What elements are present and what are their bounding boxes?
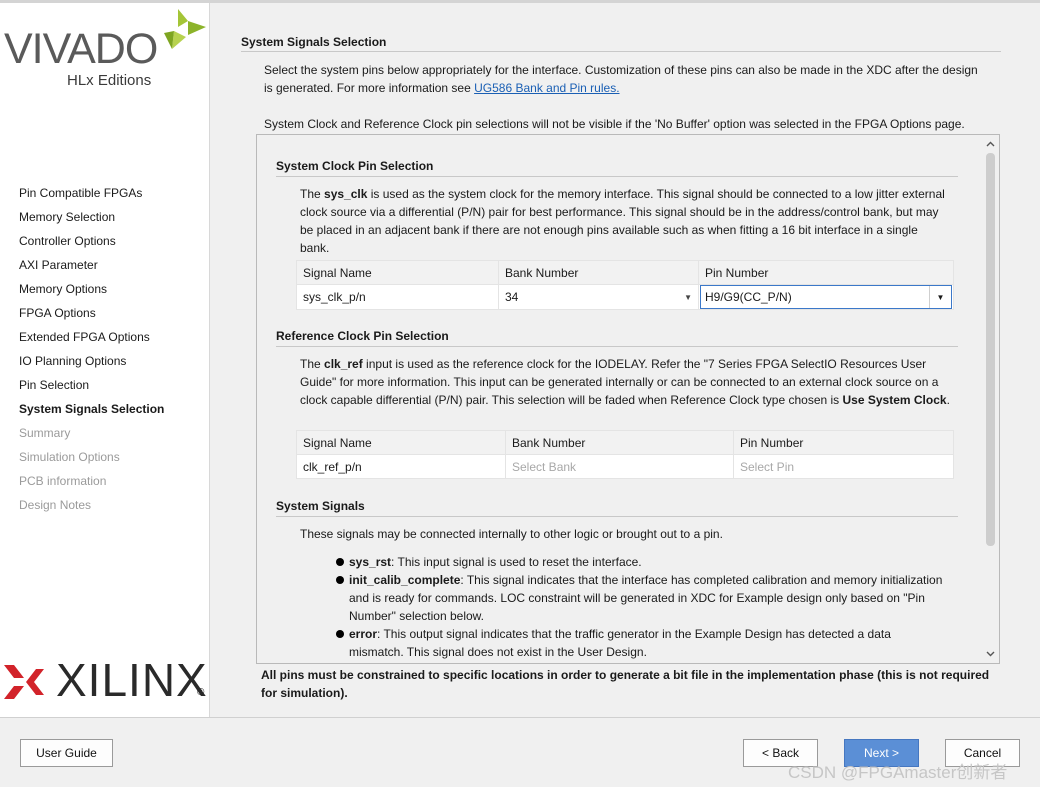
desc-text: The bbox=[300, 187, 325, 201]
desc-text: . bbox=[946, 393, 950, 407]
pin-value: H9/G9(CC_P/N) bbox=[705, 290, 792, 304]
sidebar-item-io-planning-options[interactable]: IO Planning Options bbox=[19, 349, 164, 373]
panel-body: System Clock Pin Selection The sys_clk i… bbox=[257, 135, 983, 663]
col-pin-number: Pin Number bbox=[698, 260, 954, 285]
system-signals-divider bbox=[276, 516, 958, 517]
vivado-mark-icon bbox=[164, 9, 206, 49]
col-signal-name: Signal Name bbox=[296, 260, 499, 285]
scroll-down-icon[interactable] bbox=[985, 648, 996, 659]
ref-clock-table: Signal Name Bank Number Pin Number clk_r… bbox=[296, 430, 954, 479]
sys-clk-bank-select[interactable]: 34 ▼ bbox=[498, 284, 699, 310]
vivado-logo: VIVADO HLx Editions bbox=[4, 9, 206, 95]
col-bank-number: Bank Number bbox=[505, 430, 734, 455]
signals-scroll-panel[interactable]: System Clock Pin Selection The sys_clk i… bbox=[256, 134, 1000, 664]
desc-text: is used as the system clock for the memo… bbox=[300, 187, 945, 255]
table-row: clk_ref_p/n Select Bank Select Pin bbox=[296, 454, 954, 479]
desc-text: The bbox=[300, 357, 325, 371]
constraint-note: All pins must be constrained to specific… bbox=[261, 668, 990, 700]
registered-mark: ® bbox=[197, 687, 205, 698]
col-signal-name: Signal Name bbox=[296, 430, 506, 455]
page-title: System Signals Selection bbox=[241, 35, 387, 49]
scroll-up-icon[interactable] bbox=[985, 139, 996, 150]
vivado-wordmark: VIVADO bbox=[4, 25, 158, 73]
dropdown-arrow-icon[interactable]: ▼ bbox=[929, 286, 951, 308]
user-guide-label: User Guide bbox=[36, 746, 97, 760]
sys-clock-divider bbox=[276, 176, 958, 177]
list-item: sys_rst: This input signal is used to re… bbox=[336, 553, 946, 571]
intro-text: Select the system pins below appropriate… bbox=[264, 61, 984, 97]
title-divider bbox=[241, 51, 1001, 52]
sys-clock-title: System Clock Pin Selection bbox=[276, 159, 434, 173]
xilinx-wordmark: XILINX bbox=[56, 654, 208, 706]
signal-name: error bbox=[349, 627, 378, 641]
ref-clock-title: Reference Clock Pin Selection bbox=[276, 329, 449, 343]
sidebar-item-system-signals-selection[interactable]: System Signals Selection bbox=[19, 397, 164, 421]
system-signals-description: These signals may be connected internall… bbox=[300, 527, 723, 541]
sys-clock-description: The sys_clk is used as the system clock … bbox=[300, 185, 950, 257]
clk-ref-pin-select: Select Pin bbox=[733, 454, 954, 479]
xilinx-mark-icon bbox=[4, 665, 44, 699]
signal-name: init_calib_complete bbox=[349, 573, 461, 587]
sys-clock-table: Signal Name Bank Number Pin Number sys_c… bbox=[296, 260, 954, 310]
table-header-row: Signal Name Bank Number Pin Number bbox=[296, 430, 954, 455]
sys-clk-signal: sys_clk_p/n bbox=[296, 284, 499, 310]
sidebar-item-extended-fpga-options[interactable]: Extended FPGA Options bbox=[19, 325, 164, 349]
sidebar-item-pin-selection[interactable]: Pin Selection bbox=[19, 373, 164, 397]
clk-ref-bank-select: Select Bank bbox=[505, 454, 734, 479]
bank-value: 34 bbox=[505, 290, 519, 304]
sidebar-item-fpga-options[interactable]: FPGA Options bbox=[19, 301, 164, 325]
csdn-watermark: CSDN @FPGAmaster创新者 bbox=[788, 763, 1008, 782]
sys-clk-term: sys_clk bbox=[324, 187, 368, 201]
list-item: error: This output signal indicates that… bbox=[336, 625, 946, 661]
sidebar-item-controller-options[interactable]: Controller Options bbox=[19, 229, 164, 253]
signal-name: sys_rst bbox=[349, 555, 392, 569]
main-content: System Signals Selection Select the syst… bbox=[211, 3, 1040, 717]
bottom-divider bbox=[0, 717, 1040, 718]
col-bank-number: Bank Number bbox=[498, 260, 699, 285]
scrollbar-thumb[interactable] bbox=[986, 153, 995, 546]
use-system-clock-term: Use System Clock bbox=[842, 393, 947, 407]
vertical-scrollbar[interactable] bbox=[982, 135, 999, 663]
ug586-link[interactable]: UG586 Bank and Pin rules. bbox=[474, 81, 619, 95]
sidebar: VIVADO HLx Editions Pin Compatible FPGAs… bbox=[0, 3, 210, 717]
signal-desc: : This output signal indicates that the … bbox=[349, 627, 891, 659]
col-pin-number: Pin Number bbox=[733, 430, 954, 455]
sidebar-item-axi-parameter[interactable]: AXI Parameter bbox=[19, 253, 164, 277]
no-buffer-note: System Clock and Reference Clock pin sel… bbox=[264, 117, 965, 131]
signal-desc: : This input signal is used to reset the… bbox=[391, 555, 642, 569]
xilinx-logo: XILINX ® bbox=[4, 653, 209, 707]
sidebar-item-memory-options[interactable]: Memory Options bbox=[19, 277, 164, 301]
table-header-row: Signal Name Bank Number Pin Number bbox=[296, 260, 954, 285]
sidebar-item-summary: Summary bbox=[19, 426, 71, 440]
sidebar-item-pcb-information: PCB information bbox=[19, 474, 107, 488]
system-signals-title: System Signals bbox=[276, 499, 365, 513]
user-guide-button[interactable]: User Guide bbox=[20, 739, 113, 767]
sidebar-item-design-notes: Design Notes bbox=[19, 498, 92, 512]
step-navigation: Pin Compatible FPGAs Memory Selection Cont… bbox=[19, 181, 164, 517]
clk-ref-term: clk_ref bbox=[324, 357, 363, 371]
table-row: sys_clk_p/n 34 ▼ H9/G9(CC_P/N) ▼ bbox=[296, 284, 954, 310]
list-item: init_calib_complete: This signal indicat… bbox=[336, 571, 946, 625]
sys-clk-pin-select[interactable]: H9/G9(CC_P/N) ▼ bbox=[698, 284, 954, 310]
system-signals-list: sys_rst: This input signal is used to re… bbox=[336, 553, 946, 661]
dropdown-arrow-icon: ▼ bbox=[684, 292, 692, 302]
ref-clock-description: The clk_ref input is used as the referen… bbox=[300, 355, 950, 409]
sidebar-item-simulation-options: Simulation Options bbox=[19, 450, 120, 464]
sidebar-item-memory-selection[interactable]: Memory Selection bbox=[19, 205, 164, 229]
clk-ref-signal: clk_ref_p/n bbox=[296, 454, 506, 479]
ref-clock-divider bbox=[276, 346, 958, 347]
vivado-edition-label: HLx Editions bbox=[67, 72, 152, 89]
sidebar-item-pin-compatible-fpgas[interactable]: Pin Compatible FPGAs bbox=[19, 181, 164, 205]
intro-body: Select the system pins below appropriate… bbox=[264, 63, 978, 95]
